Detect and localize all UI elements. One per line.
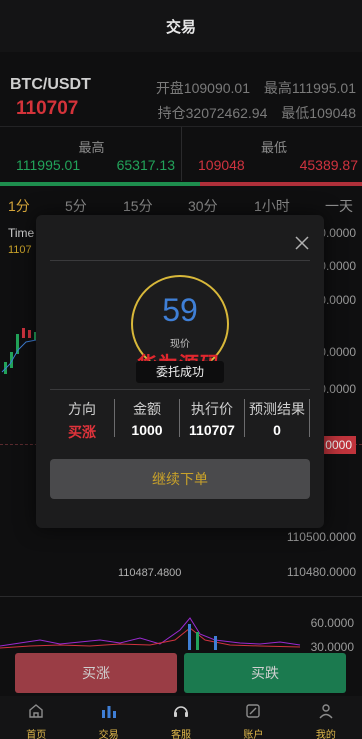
forecast-value: 0 [273, 422, 281, 438]
exec-price-value: 110707 [189, 422, 235, 438]
bottom-tab-bar: 首页 交易 客服 账户 我的 [0, 696, 362, 739]
amount-cell: 金额 1000 [115, 399, 180, 438]
y-axis-label: 0.0000 [319, 226, 356, 240]
tab-account[interactable]: 账户 [217, 696, 289, 739]
wallet-icon [246, 704, 261, 718]
high-label: 最高 [78, 140, 105, 155]
tab-home[interactable]: 首页 [0, 696, 72, 739]
y-axis-label: 0.0000 [319, 382, 356, 396]
last-price: 110707 [16, 98, 79, 119]
order-summary-table: 方向 买涨 金额 1000 执行价 110707 预测结果 0 [50, 399, 310, 440]
period-tab-1h[interactable]: 1小时 [254, 192, 290, 216]
direction-cell: 方向 买涨 [50, 399, 115, 440]
period-tab-30m[interactable]: 30分 [188, 192, 218, 216]
page-title: 交易 [165, 18, 196, 36]
order-result-dialog: 59 现价 华为源码 委托成功 方向 买涨 金额 1000 执行价 110707… [36, 215, 324, 528]
high-low-panel: 最高 111995.01 65317.13 最低 109048 45389.87 [0, 126, 362, 184]
y-axis-label: 0.0000 [319, 259, 356, 273]
exec-price-header: 执行价 [191, 401, 233, 417]
home-icon [29, 704, 43, 718]
close-icon[interactable] [294, 235, 310, 251]
headset-icon [174, 706, 189, 717]
y-axis-label: 110500.0000 [286, 530, 356, 544]
ticker-stats: 开盘109090.01 最高111995.01 持仓32072462.94 最低… [146, 76, 356, 126]
period-tab-15m[interactable]: 15分 [123, 192, 153, 216]
period-tab-5m[interactable]: 5分 [65, 192, 87, 216]
amount-header: 金额 [133, 401, 161, 417]
countdown-value: 59 [162, 292, 198, 328]
direction-value: 买涨 [68, 424, 96, 440]
tab-trade[interactable]: 交易 [72, 696, 144, 739]
continue-order-button[interactable]: 继续下单 [50, 459, 310, 499]
chart-ma-value: 1107 [8, 244, 32, 256]
low-column: 最低 109048 45389.87 [184, 127, 362, 181]
forecast-cell: 预测结果 0 [245, 399, 310, 438]
pair-name[interactable]: BTC/USDT [10, 76, 91, 94]
low-label: 最低 [260, 140, 287, 155]
period-tab-1d[interactable]: 一天 [325, 192, 353, 216]
period-tab-1m[interactable]: 1分 [8, 192, 30, 216]
y-axis-label: 0.0000 [319, 345, 356, 359]
ticker-panel: BTC/USDT 110707 开盘109090.01 最高111995.01 … [0, 60, 362, 126]
chart-icon [101, 706, 116, 718]
tab-mine[interactable]: 我的 [290, 696, 362, 739]
user-icon [319, 704, 333, 719]
high-column: 最高 111995.01 65317.13 [2, 127, 182, 181]
y-axis-label: 110480.0000 [286, 565, 356, 579]
candles-left [1, 328, 37, 374]
volume-separator [0, 596, 362, 597]
low-value-2: 45389.87 [299, 157, 358, 173]
high-value-2: 65317.13 [116, 157, 175, 173]
dialog-divider [50, 260, 310, 261]
y-axis-label: 0.0000 [319, 293, 356, 307]
chart-time-label: Time [8, 226, 35, 240]
open-price: 开盘109090.01 [155, 80, 250, 96]
buy-down-button[interactable]: 买跌 [184, 653, 346, 693]
position-amount: 持仓32072462.94 [157, 105, 268, 121]
low-point-note: 110487.4800 [118, 567, 182, 579]
tab-label: 交易 [98, 730, 119, 739]
low-value-1: 109048 [198, 157, 245, 173]
success-toast: 委托成功 [136, 361, 224, 383]
tab-label: 首页 [26, 730, 47, 739]
direction-header: 方向 [68, 401, 96, 417]
tab-label: 客服 [171, 730, 192, 739]
tab-service[interactable]: 客服 [145, 696, 217, 739]
high-price: 最高111995.01 [263, 80, 356, 96]
current-price-tag: 0000 [321, 436, 356, 454]
exec-price-cell: 执行价 110707 [180, 399, 245, 438]
tab-label: 我的 [315, 730, 336, 739]
low-price: 最低109048 [281, 105, 356, 121]
volume-bars [0, 617, 301, 650]
forecast-header: 预测结果 [249, 401, 305, 417]
high-low-ratio-bar [0, 182, 362, 186]
amount-value: 1000 [131, 422, 163, 438]
top-bar: 交易 [0, 0, 362, 52]
trade-actions: 买涨 买跌 [0, 650, 362, 696]
tab-label: 账户 [243, 730, 264, 739]
dialog-divider [50, 389, 310, 390]
buy-up-button[interactable]: 买涨 [15, 653, 177, 693]
high-value-1: 111995.01 [16, 157, 81, 173]
volume-axis-label: 60.0000 [310, 616, 354, 630]
